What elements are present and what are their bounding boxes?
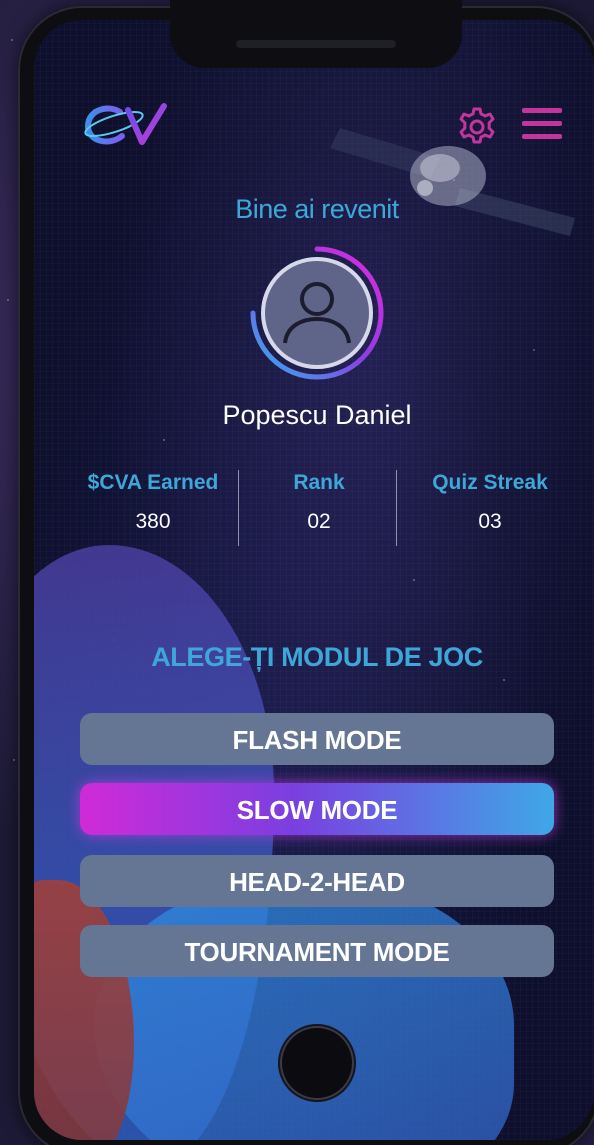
- app-mockup: Bine ai revenit Popescu Daniel $CVA Earn…: [0, 0, 594, 1145]
- hamburger-menu-icon[interactable]: [522, 108, 562, 140]
- stat-label: $CVA Earned: [87, 471, 219, 494]
- phone-notch: [170, 0, 462, 68]
- menu-line: [522, 134, 562, 139]
- stat-cva-earned: $CVA Earned 380: [78, 470, 228, 546]
- tournament-mode-button[interactable]: TOURNAMENT MODE: [80, 925, 554, 977]
- slow-mode-button[interactable]: SLOW MODE: [80, 783, 554, 835]
- user-name: Popescu Daniel: [222, 400, 412, 430]
- phone-speaker: [236, 40, 396, 48]
- menu-line: [522, 121, 562, 126]
- stat-value: 02: [307, 510, 331, 533]
- avatar[interactable]: [247, 243, 387, 383]
- stat-label: Quiz Streak: [432, 471, 548, 494]
- mode-section-title: ALEGE-ȚI MODUL DE JOC: [151, 642, 483, 672]
- greeting-text: Bine ai revenit: [235, 194, 399, 224]
- stat-value: 380: [135, 510, 171, 533]
- ev-logo-icon[interactable]: [80, 100, 172, 152]
- decorative-blob-blue: [94, 880, 514, 1140]
- stat-label: Rank: [293, 471, 345, 494]
- flash-mode-button[interactable]: FLASH MODE: [80, 713, 554, 765]
- stat-quiz-streak: Quiz Streak 03: [420, 470, 560, 546]
- stat-rank: Rank 02: [258, 470, 380, 546]
- stat-divider: [396, 470, 397, 546]
- home-button[interactable]: [282, 1028, 352, 1098]
- gear-icon[interactable]: [456, 106, 498, 148]
- stats-bar: $CVA Earned 380 Rank 02 Quiz Streak 03: [78, 470, 560, 546]
- stat-divider: [238, 470, 239, 546]
- stat-value: 03: [478, 510, 502, 533]
- menu-line: [522, 108, 562, 113]
- head-2-head-button[interactable]: HEAD-2-HEAD: [80, 855, 554, 907]
